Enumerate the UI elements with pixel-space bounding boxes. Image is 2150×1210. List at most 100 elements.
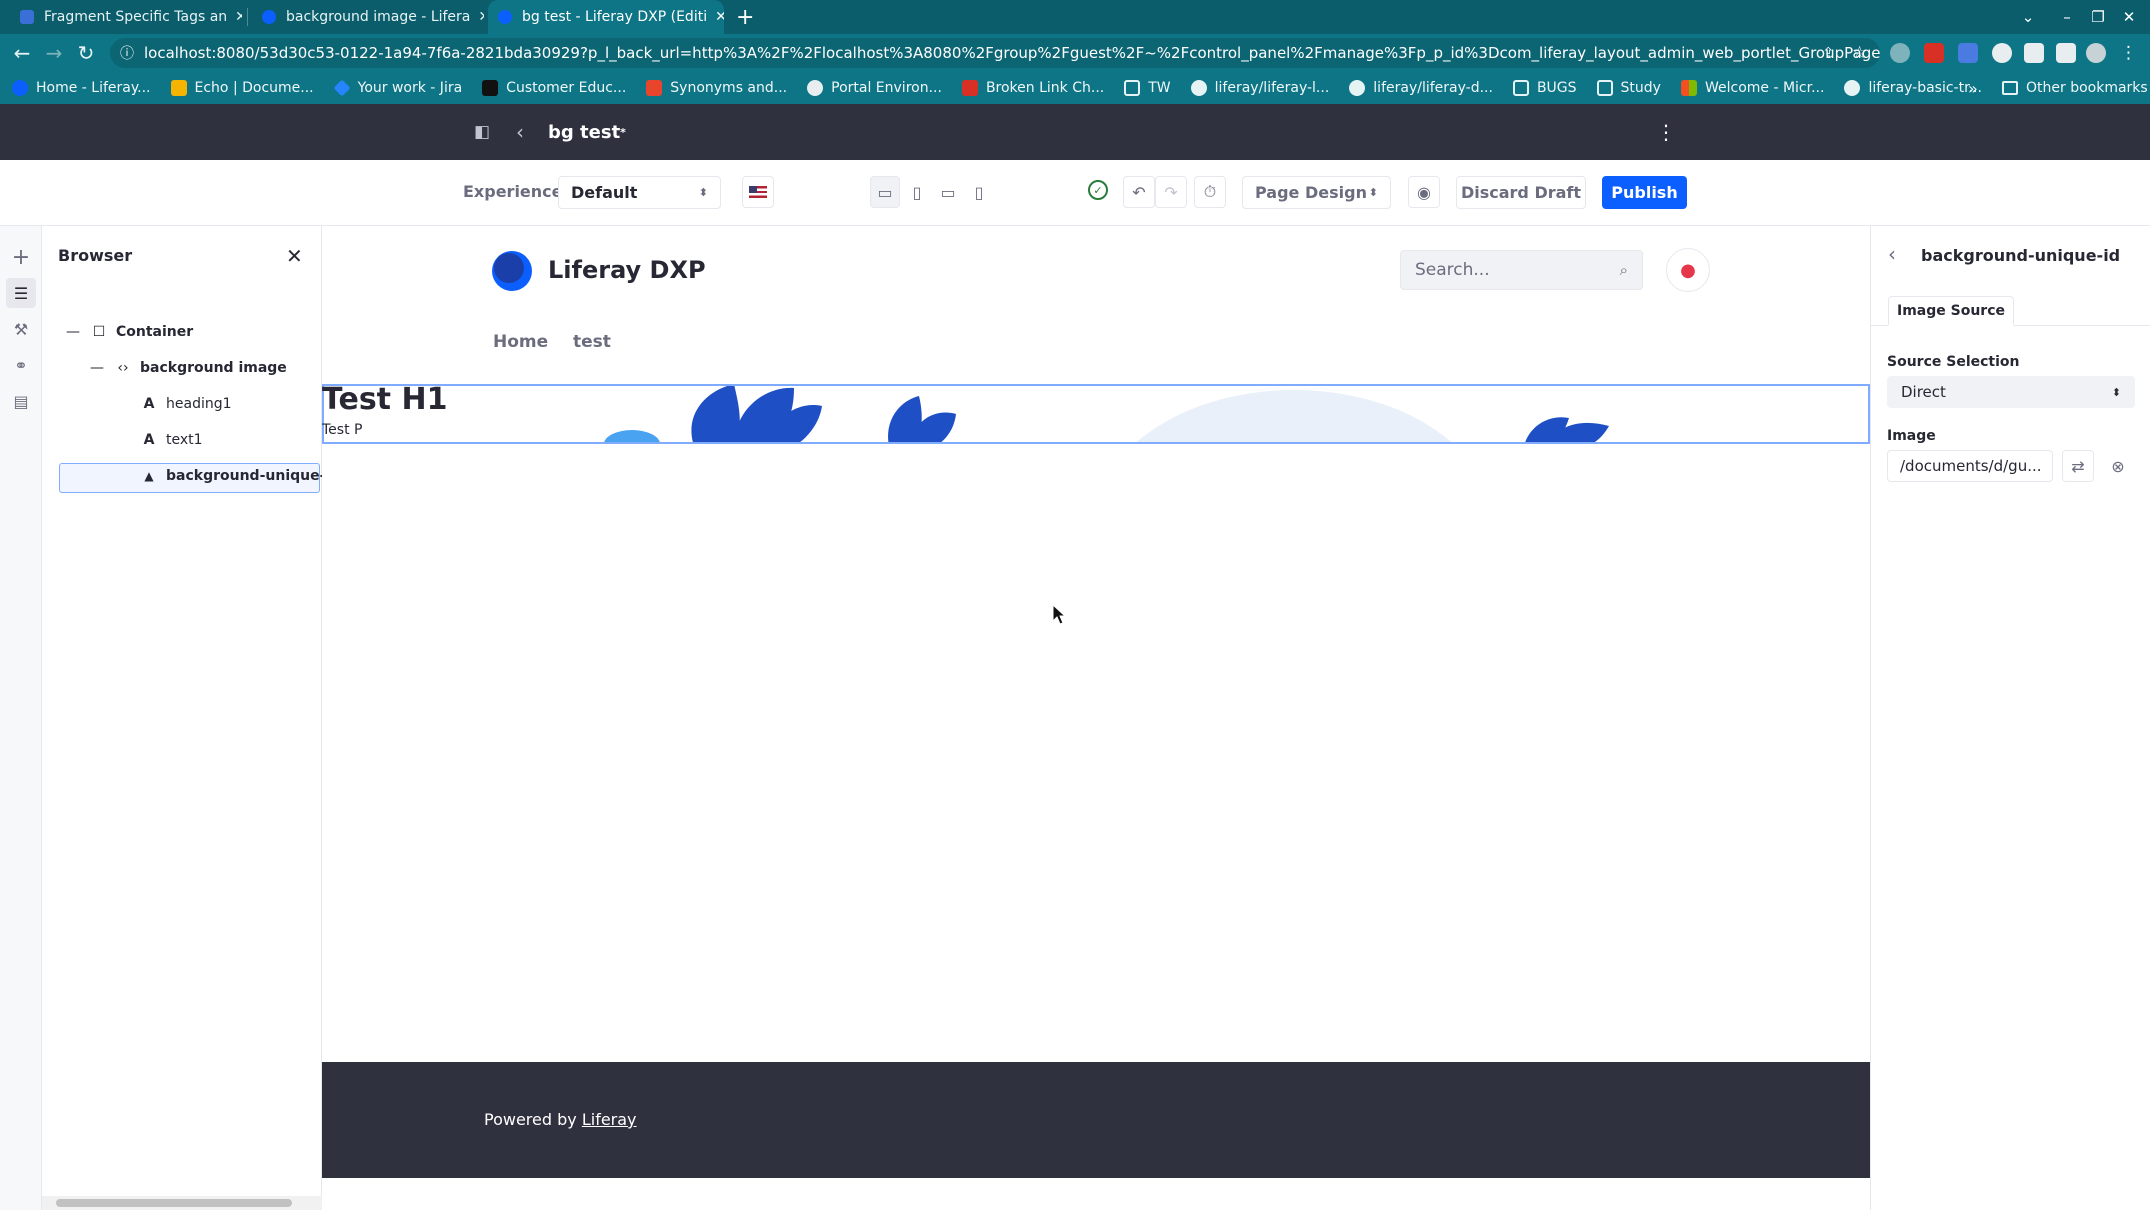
profile-avatar-icon[interactable] xyxy=(2086,43,2106,63)
mapping-link-icon[interactable]: ⚭ xyxy=(6,350,36,380)
page-title: bg test * xyxy=(548,121,626,143)
options-menu-icon[interactable]: ⋮ xyxy=(1656,104,1676,160)
image-url-field[interactable]: /documents/d/gu... xyxy=(1887,450,2053,482)
tree-item-container[interactable]: — ☐ Container xyxy=(64,324,193,340)
bookmark-item[interactable]: liferay/liferay-d... xyxy=(1349,80,1493,96)
tree-item-text1[interactable]: A text1 xyxy=(140,432,203,448)
forward-icon[interactable]: → xyxy=(40,34,68,72)
tree-item-background-image[interactable]: — ‹› background image xyxy=(88,360,287,376)
bookmark-item[interactable]: liferay-basic-tr... xyxy=(1844,80,1982,96)
page-design-brush-icon[interactable]: ⚒ xyxy=(6,314,36,344)
other-bookmarks[interactable]: Other bookmarks xyxy=(2002,72,2148,104)
add-fragment-icon[interactable]: + xyxy=(6,242,36,272)
undo-icon[interactable]: ↶ xyxy=(1123,176,1155,208)
source-selection-select[interactable]: Direct ⬍ xyxy=(1887,376,2135,408)
scrollbar-thumb[interactable] xyxy=(56,1199,292,1207)
translate-extension-icon[interactable] xyxy=(1958,43,1978,63)
browser-tab[interactable]: background image - Lifera ✕ xyxy=(252,0,484,34)
experience-select[interactable]: Default ⬍ xyxy=(558,176,721,209)
address-bar[interactable]: ⓘ localhost:8080/53d30c53-0122-1a94-7f6a… xyxy=(110,38,1880,68)
fragment-text1[interactable]: Test P xyxy=(322,422,362,438)
extension-icon[interactable] xyxy=(1992,43,2012,63)
language-flag-button[interactable] xyxy=(742,176,774,208)
bookmark-item[interactable]: Echo | Docume... xyxy=(170,80,314,96)
bookmark-item[interactable]: Broken Link Ch... xyxy=(961,80,1104,96)
site-info-icon[interactable]: ⓘ xyxy=(120,43,134,63)
back-icon[interactable]: ← xyxy=(8,34,36,72)
fragment-heading1[interactable]: Test H1 xyxy=(322,382,447,417)
site-name[interactable]: Liferay DXP xyxy=(548,256,706,284)
close-window-icon[interactable]: ✕ xyxy=(2114,0,2144,34)
collapse-toggle-icon[interactable]: — xyxy=(88,360,106,376)
bookmark-item[interactable]: Synonyms and... xyxy=(646,80,787,96)
history-icon[interactable]: ⏱ xyxy=(1194,176,1226,208)
back-chevron-icon[interactable]: ‹ xyxy=(516,104,524,160)
restore-icon[interactable]: ❐ xyxy=(2083,0,2113,34)
preview-eye-icon[interactable]: ◉ xyxy=(1408,176,1440,208)
minimize-icon[interactable]: – xyxy=(2052,0,2082,34)
close-tab-icon[interactable]: ✕ xyxy=(227,9,242,25)
config-panel-title: background-unique-id xyxy=(1921,246,2121,265)
bookmarks-bar: Home - Liferay... Echo | Docume... Your … xyxy=(0,72,2150,104)
portrait-phone-view-icon[interactable]: ▯ xyxy=(964,176,994,208)
bookmark-folder[interactable]: Study xyxy=(1596,80,1661,96)
landscape-phone-view-icon[interactable]: ▭ xyxy=(933,176,963,208)
text-type-icon: A xyxy=(143,396,155,412)
extension-icon[interactable] xyxy=(1924,43,1944,63)
us-flag-icon xyxy=(749,186,767,198)
browser-tab-active[interactable]: bg test - Liferay DXP (Editi ✕ xyxy=(488,0,724,34)
experience-label: Experience xyxy=(463,182,563,201)
nav-link-test[interactable]: test xyxy=(573,332,611,352)
tablet-view-icon[interactable]: ▯ xyxy=(902,176,932,208)
close-tab-icon[interactable]: ✕ xyxy=(707,9,724,25)
source-selection-label: Source Selection xyxy=(1887,354,2020,370)
jira-icon xyxy=(333,79,351,97)
bookmark-item[interactable]: Home - Liferay... xyxy=(12,80,151,96)
reload-icon[interactable]: ↻ xyxy=(72,34,100,72)
liferay-favicon-icon xyxy=(498,10,512,24)
discard-draft-button[interactable]: Discard Draft xyxy=(1456,176,1586,209)
nav-link-home[interactable]: Home xyxy=(493,332,548,352)
bookmark-star-icon[interactable]: ☆ xyxy=(1852,38,1867,68)
folder-icon xyxy=(1596,80,1613,96)
new-tab-button[interactable]: + xyxy=(736,0,754,34)
browser-tab[interactable]: Fragment Specific Tags an ✕ xyxy=(10,0,242,34)
replace-image-icon[interactable]: ⇄ xyxy=(2062,450,2094,482)
tree-item-heading1[interactable]: A heading1 xyxy=(140,396,232,412)
mode-select[interactable]: Page Design ⬍ xyxy=(1242,176,1391,209)
bookmark-item[interactable]: Your work - Jira xyxy=(333,79,462,97)
puzzle-icon[interactable] xyxy=(2024,43,2044,63)
tab-search-icon[interactable]: ⌄ xyxy=(2013,0,2043,34)
bookmark-item[interactable]: Welcome - Micr... xyxy=(1680,80,1824,96)
bookmark-folder[interactable]: TW xyxy=(1124,80,1171,96)
sidebar-toggle-icon[interactable]: ◧ xyxy=(474,104,490,160)
footer-liferay-link[interactable]: Liferay xyxy=(582,1110,637,1129)
comments-icon[interactable]: ▤ xyxy=(6,386,36,416)
clear-image-icon[interactable]: ⊗ xyxy=(2102,450,2134,482)
side-panel-icon[interactable] xyxy=(2056,43,2076,63)
publish-button[interactable]: Publish xyxy=(1602,176,1687,209)
extension-icon[interactable] xyxy=(1890,43,1910,63)
bookmark-item[interactable]: liferay/liferay-l... xyxy=(1190,80,1329,96)
bookmark-item[interactable]: Portal Environ... xyxy=(807,80,942,96)
redo-icon[interactable]: ↷ xyxy=(1155,176,1187,208)
close-panel-icon[interactable]: ✕ xyxy=(286,244,303,268)
bookmark-folder[interactable]: BUGS xyxy=(1512,80,1577,96)
bookmark-item[interactable]: Customer Educ... xyxy=(482,80,626,96)
page-editor-toolbar xyxy=(0,160,2150,226)
site-search-input[interactable]: Search... ⌕ xyxy=(1400,250,1643,290)
close-tab-icon[interactable]: ✕ xyxy=(470,9,484,25)
back-chevron-icon[interactable]: ‹ xyxy=(1888,242,1896,266)
bookmarks-overflow-icon[interactable]: » xyxy=(1968,72,1978,104)
tree-item-background-unique-id[interactable]: ▲ background-unique-id xyxy=(140,468,340,484)
user-avatar-icon[interactable]: ● xyxy=(1666,248,1710,292)
browser-menu-icon[interactable]: ⋮ xyxy=(2120,38,2137,68)
browser-tree-icon[interactable]: ☰ xyxy=(6,278,36,308)
desktop-view-icon[interactable]: ▭ xyxy=(870,176,900,208)
tab-image-source[interactable]: Image Source xyxy=(1888,296,2014,326)
collapse-toggle-icon[interactable]: — xyxy=(64,324,82,340)
search-icon[interactable]: ⌕ xyxy=(1620,261,1628,279)
share-icon[interactable]: ⇪ xyxy=(1822,38,1835,68)
item-configuration-panel xyxy=(1870,226,2150,1210)
background-image-fragment[interactable] xyxy=(322,384,1870,444)
